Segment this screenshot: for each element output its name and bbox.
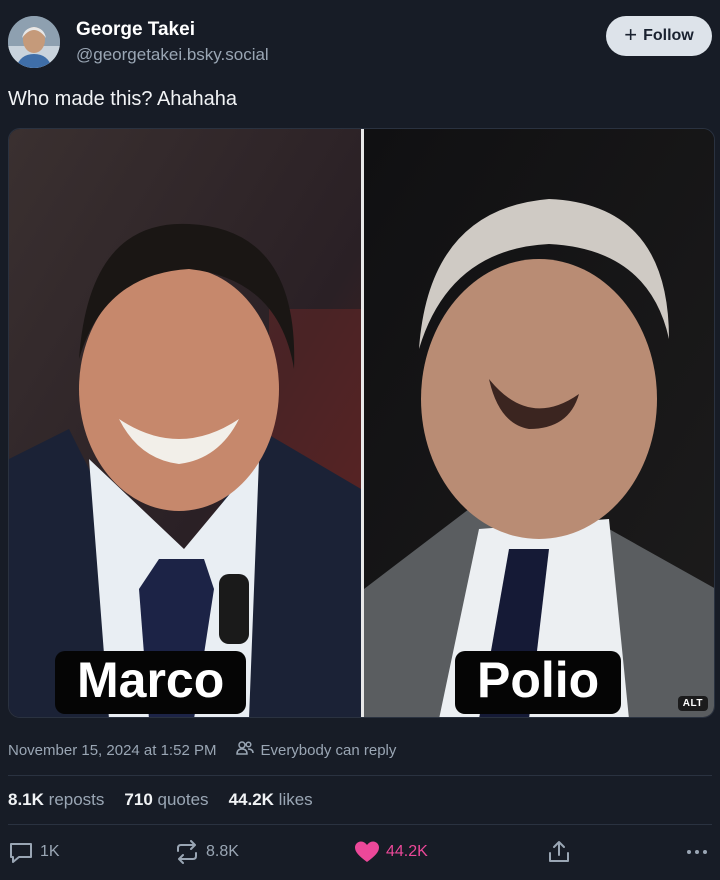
plus-icon: + bbox=[624, 22, 638, 47]
repost-count: 8.8K bbox=[206, 843, 239, 860]
repost-button[interactable]: 8.8K bbox=[174, 840, 239, 864]
post-meta: November 15, 2024 at 1:52 PM Everybody c… bbox=[8, 740, 396, 760]
avatar[interactable] bbox=[8, 16, 60, 68]
reply-setting: Everybody can reply bbox=[260, 741, 397, 759]
action-bar: 1K 8.8K 44.2K bbox=[8, 840, 712, 870]
post-image[interactable]: Marco Polio ALT bbox=[8, 128, 715, 718]
reply-icon bbox=[8, 840, 34, 864]
meme-image bbox=[9, 129, 714, 717]
reposts-stat[interactable]: 8.1K reposts bbox=[8, 790, 104, 810]
people-icon bbox=[236, 740, 255, 760]
heart-icon bbox=[354, 840, 380, 864]
post-header: George Takei @georgetakei.bsky.social + … bbox=[8, 14, 712, 70]
repost-icon bbox=[174, 840, 200, 864]
caption-right: Polio bbox=[455, 651, 622, 714]
divider bbox=[8, 775, 712, 776]
share-button[interactable] bbox=[546, 840, 572, 864]
like-count: 44.2K bbox=[386, 843, 428, 860]
reply-count: 1K bbox=[40, 843, 60, 860]
alt-badge[interactable]: ALT bbox=[677, 696, 708, 711]
share-icon bbox=[546, 840, 572, 864]
author-display-name[interactable]: George Takei bbox=[76, 19, 195, 41]
engagement-stats: 8.1K reposts 710 quotes 44.2K likes bbox=[8, 790, 313, 810]
divider bbox=[8, 824, 712, 825]
post-timestamp[interactable]: November 15, 2024 at 1:52 PM bbox=[8, 742, 216, 759]
likes-stat[interactable]: 44.2K likes bbox=[229, 790, 313, 810]
post-text: Who made this? Ahahaha bbox=[8, 88, 238, 110]
follow-button[interactable]: + Follow bbox=[606, 16, 712, 56]
follow-button-label: Follow bbox=[643, 27, 694, 44]
more-icon bbox=[684, 840, 710, 864]
like-button[interactable]: 44.2K bbox=[354, 840, 428, 864]
quotes-stat[interactable]: 710 quotes bbox=[124, 790, 208, 810]
reply-button[interactable]: 1K bbox=[8, 840, 60, 864]
caption-left: Marco bbox=[55, 651, 247, 714]
more-options-button[interactable] bbox=[684, 840, 710, 864]
author-handle[interactable]: @georgetakei.bsky.social bbox=[76, 45, 269, 65]
